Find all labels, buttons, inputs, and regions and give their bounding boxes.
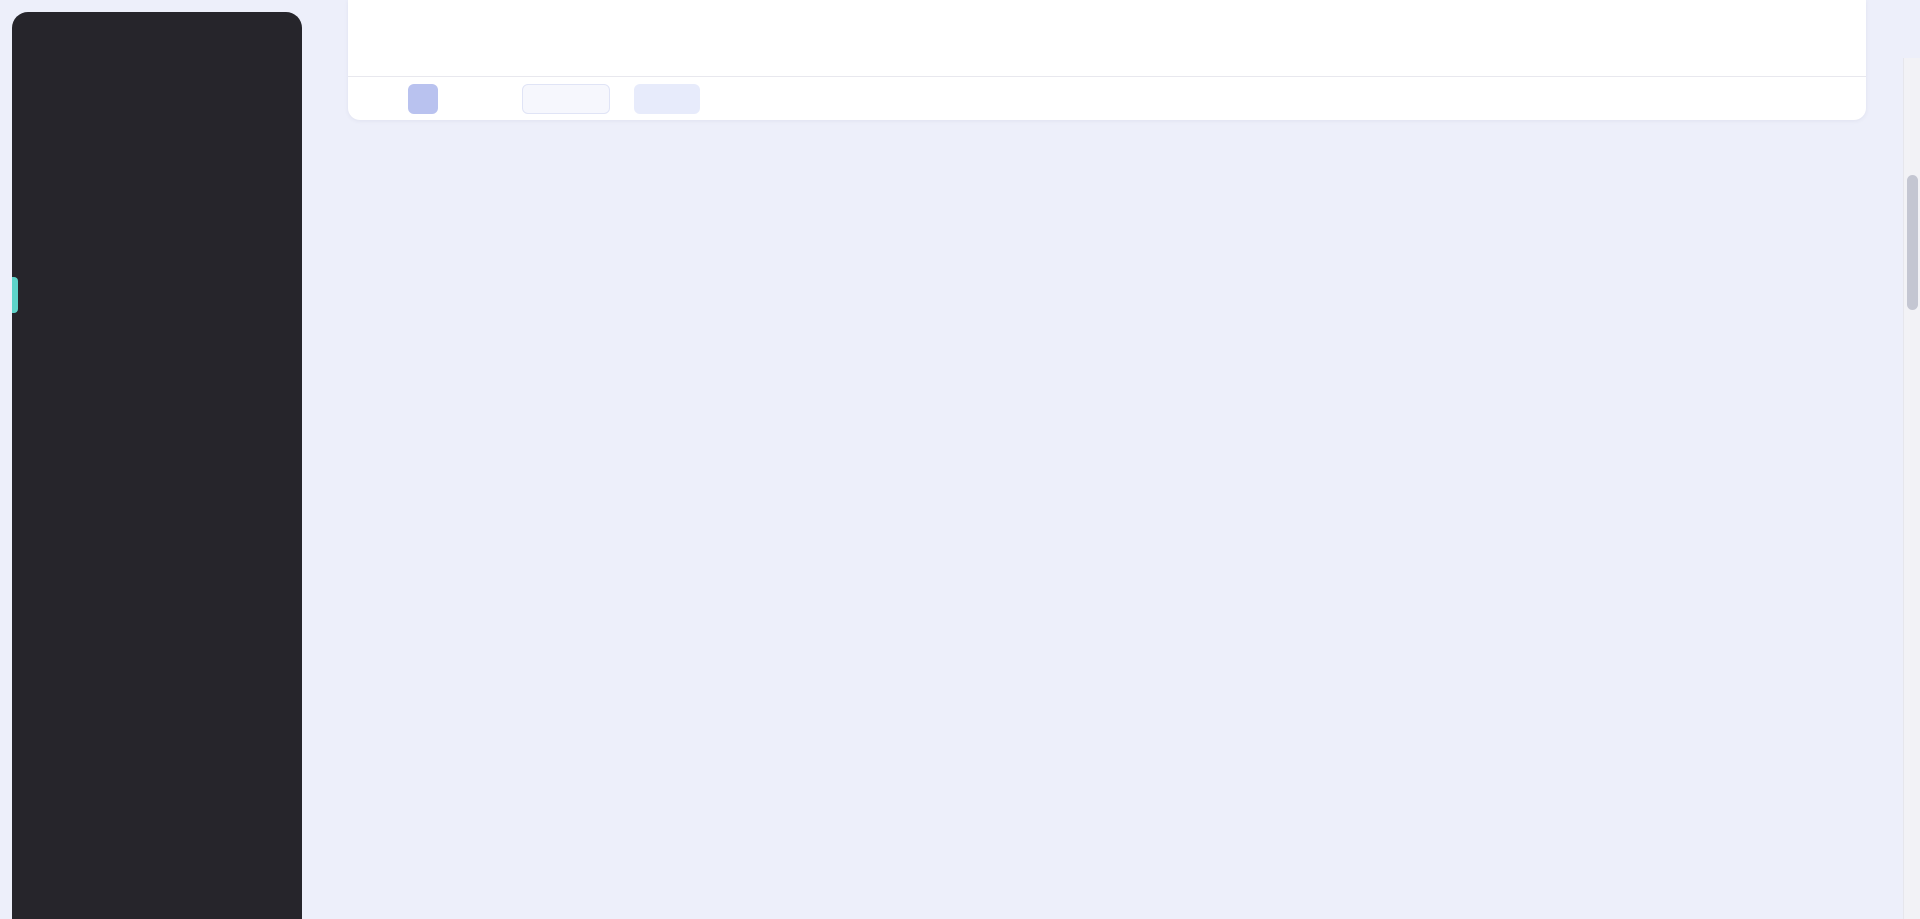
page-size-select[interactable] <box>634 84 700 114</box>
scrollbar-thumb[interactable] <box>1907 175 1918 310</box>
vertical-scrollbar[interactable] <box>1903 58 1920 919</box>
refresh-icon[interactable] <box>1830 89 1850 109</box>
app-logo[interactable] <box>12 12 302 38</box>
menu-toggle-button[interactable] <box>12 897 302 919</box>
documents-table-card <box>348 0 1866 120</box>
page-number-input[interactable] <box>522 84 610 114</box>
current-page-button[interactable] <box>408 84 438 114</box>
table-filter-row <box>348 30 1866 76</box>
prev-page-button[interactable] <box>380 87 404 111</box>
collapse-chevron-icon <box>34 905 52 919</box>
table-header-row <box>348 0 1866 30</box>
active-item-indicator <box>12 277 18 313</box>
app-root <box>0 0 1920 919</box>
first-page-button[interactable] <box>356 87 380 111</box>
sidebar <box>12 12 302 919</box>
scroll-up-arrow-icon[interactable] <box>1908 64 1917 70</box>
last-page-button[interactable] <box>466 87 490 111</box>
pagination-bar <box>348 76 1866 120</box>
next-page-button[interactable] <box>442 87 466 111</box>
